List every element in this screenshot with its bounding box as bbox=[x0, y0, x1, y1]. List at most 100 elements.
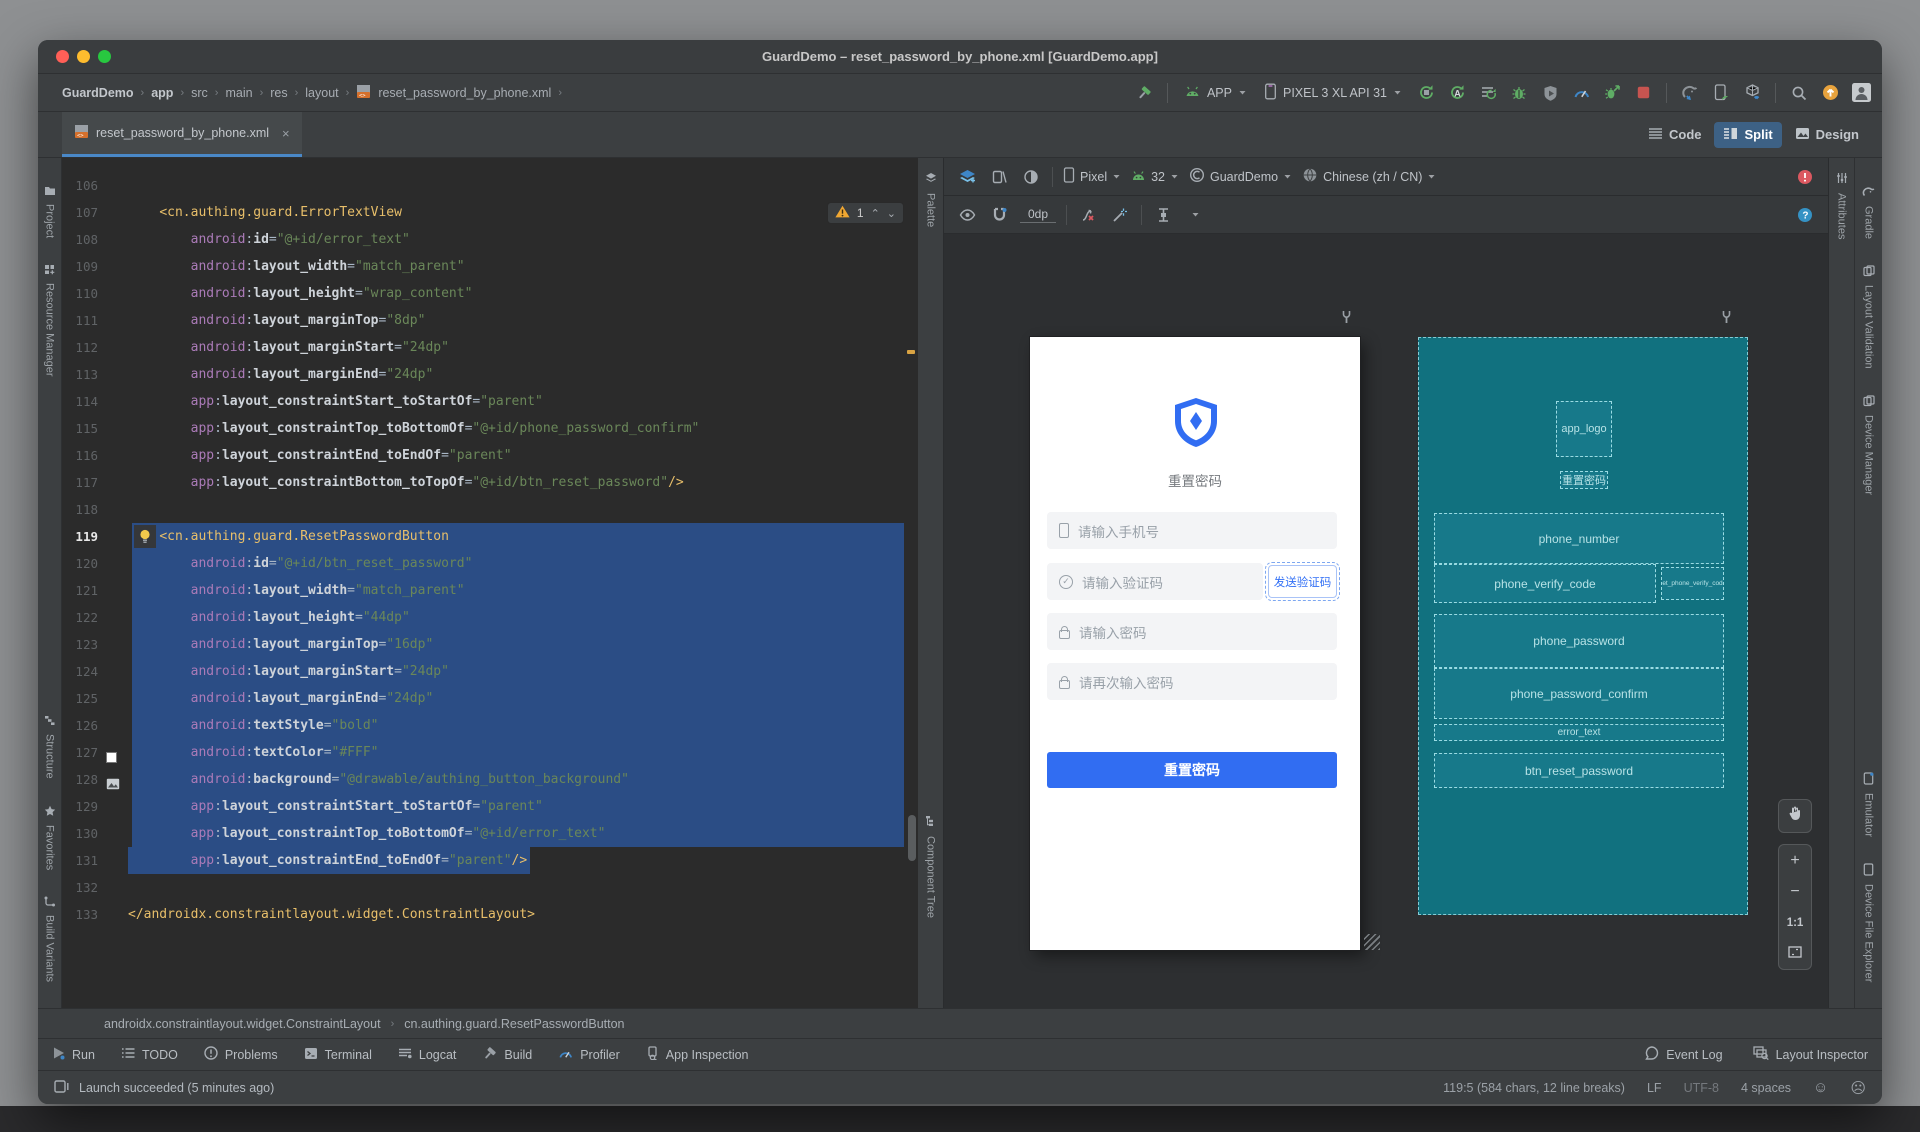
input-field-3[interactable]: 请输入密码 bbox=[1047, 613, 1337, 650]
sdk-manager-icon[interactable] bbox=[1741, 82, 1763, 104]
code-line[interactable]: 114 app:layout_constraintStart_toStartOf… bbox=[62, 388, 918, 415]
design-canvas[interactable]: 重置密码 请输入手机号 ✓ 请输入验证码 请输入密码 请再次输入密码 发送验证码 重置密… bbox=[944, 234, 1828, 1008]
blueprint-box-phone_verify_code[interactable]: phone_verify_code bbox=[1434, 564, 1656, 603]
zoom-100-button[interactable]: 1:1 bbox=[1779, 907, 1811, 938]
autoconnect-icon[interactable] bbox=[988, 204, 1010, 226]
sidebar-item-build-variants[interactable]: Build Variants bbox=[44, 896, 56, 982]
prev-issue-button[interactable]: ⌃ bbox=[871, 207, 880, 220]
breadcrumb-item[interactable]: GuardDemo bbox=[62, 86, 134, 100]
preview-resize-handle[interactable] bbox=[1364, 934, 1380, 950]
code-line[interactable]: 108 android:id="@+id/error_text" bbox=[62, 226, 918, 253]
code-line[interactable]: 128 android:background="@drawable/authin… bbox=[62, 766, 918, 793]
apply-code-icon[interactable] bbox=[1477, 82, 1499, 104]
blueprint-box-btn_reset_password[interactable]: btn_reset_password bbox=[1434, 753, 1724, 788]
code-line[interactable]: 122 android:layout_height="44dp" bbox=[62, 604, 918, 631]
code-line[interactable]: 119 <cn.authing.guard.ResetPasswordButto… bbox=[62, 523, 918, 550]
warning-mark[interactable] bbox=[907, 350, 915, 354]
blueprint-box-error_text[interactable]: error_text bbox=[1434, 724, 1724, 741]
code-line[interactable]: 130 app:layout_constraintTop_toBottomOf=… bbox=[62, 820, 918, 847]
code-line[interactable]: 117 app:layout_constraintBottom_toTopOf=… bbox=[62, 469, 918, 496]
toolwindow-todo[interactable]: TODO bbox=[121, 1047, 178, 1062]
breadcrumb-item[interactable]: main bbox=[225, 86, 252, 100]
breadcrumb-item[interactable]: res bbox=[270, 86, 287, 100]
color-swatch[interactable] bbox=[106, 746, 120, 763]
render-config-wrench-icon[interactable] bbox=[1720, 310, 1733, 329]
gradle-sync-icon[interactable] bbox=[1679, 82, 1701, 104]
design-preview-phone[interactable]: 重置密码 请输入手机号 ✓ 请输入验证码 请输入密码 请再次输入密码 发送验证码 重置密… bbox=[1030, 337, 1360, 950]
zoom-out-button[interactable]: − bbox=[1779, 876, 1811, 907]
drawable-preview-icon[interactable] bbox=[106, 773, 120, 790]
sidebar-item-project[interactable]: Project bbox=[44, 186, 56, 238]
code-line[interactable]: 111 android:layout_marginTop="8dp" bbox=[62, 307, 918, 334]
input-field-1[interactable]: 请输入手机号 bbox=[1047, 512, 1337, 549]
locale-menu[interactable]: Chinese (zh / CN) bbox=[1302, 167, 1436, 186]
sidebar-item-emulator[interactable]: Emulator bbox=[1863, 771, 1875, 837]
blueprint-box-phone_password[interactable]: phone_password bbox=[1434, 614, 1724, 668]
sidebar-item-device-manager[interactable]: Device Manager bbox=[1863, 395, 1875, 495]
code-line[interactable]: 132 bbox=[62, 874, 918, 901]
code-editor[interactable]: 106 107 <cn.authing.guard.ErrorTextView 10… bbox=[62, 158, 918, 1008]
avatar-icon[interactable] bbox=[1850, 82, 1872, 104]
code-line[interactable]: 112 android:layout_marginStart="24dp" bbox=[62, 334, 918, 361]
sidebar-item-favorites[interactable]: Favorites bbox=[44, 805, 56, 870]
file-encoding[interactable]: UTF-8 bbox=[1684, 1081, 1719, 1095]
mode-design-button[interactable]: Design bbox=[1786, 122, 1868, 148]
rerun-icon[interactable] bbox=[1415, 82, 1437, 104]
help-icon[interactable]: ? bbox=[1794, 204, 1816, 226]
code-line[interactable]: 109 android:layout_width="match_parent" bbox=[62, 253, 918, 280]
night-mode-icon[interactable] bbox=[1020, 166, 1042, 188]
sidebar-item-gradle[interactable]: Gradle bbox=[1862, 186, 1876, 239]
toolwindow-run[interactable]: Run bbox=[52, 1046, 95, 1063]
code-line[interactable]: 127 android:textColor="#FFF" bbox=[62, 739, 918, 766]
next-issue-button[interactable]: ⌄ bbox=[887, 207, 896, 220]
zoom-window-button[interactable] bbox=[98, 50, 111, 63]
code-line[interactable]: 107 <cn.authing.guard.ErrorTextView bbox=[62, 199, 918, 226]
theme-menu[interactable]: GuardDemo bbox=[1189, 167, 1292, 186]
code-line[interactable]: 115 app:layout_constraintTop_toBottomOf=… bbox=[62, 415, 918, 442]
chevron-down-icon[interactable] bbox=[1184, 204, 1206, 226]
toolwindow-event-log[interactable]: Event Log bbox=[1644, 1046, 1723, 1063]
code-line[interactable]: 133 </androidx.constraintlayout.widget.Co… bbox=[62, 901, 918, 928]
toolwindow-build[interactable]: Build bbox=[482, 1046, 532, 1064]
infer-constraints-icon[interactable] bbox=[1109, 204, 1131, 226]
toolwindow-problems[interactable]: Problems bbox=[204, 1046, 278, 1063]
code-line[interactable]: 120 android:id="@+id/btn_reset_password" bbox=[62, 550, 918, 577]
toolwindow-app-inspection[interactable]: App Inspection bbox=[646, 1046, 749, 1063]
clear-constraints-icon[interactable] bbox=[1077, 204, 1099, 226]
search-icon[interactable] bbox=[1788, 82, 1810, 104]
debug-icon[interactable] bbox=[1508, 82, 1530, 104]
blueprint-box-app_logo[interactable]: app_logo bbox=[1556, 401, 1612, 457]
reset-password-button[interactable]: 重置密码 bbox=[1047, 752, 1337, 788]
sad-feedback-icon[interactable]: ☹ bbox=[1850, 1079, 1866, 1097]
input-field-2[interactable]: ✓ 请输入验证码 bbox=[1047, 563, 1263, 600]
code-line[interactable]: 125 android:layout_marginEnd="24dp" bbox=[62, 685, 918, 712]
input-field-4[interactable]: 请再次输入密码 bbox=[1047, 663, 1337, 700]
breadcrumb-file[interactable]: reset_password_by_phone.xml bbox=[378, 86, 551, 100]
sidebar-item-device-file-explorer[interactable]: Device File Explorer bbox=[1863, 862, 1875, 982]
attach-debugger-icon[interactable] bbox=[1539, 82, 1561, 104]
toolwindow-profiler[interactable]: Profiler bbox=[558, 1047, 620, 1063]
blueprint-phone[interactable]: app_logo 重置密码 phone_number phone_verify_cod… bbox=[1418, 337, 1748, 915]
toolwindow-terminal[interactable]: Terminal bbox=[304, 1047, 372, 1063]
code-line[interactable]: 123 android:layout_marginTop="16dp" bbox=[62, 631, 918, 658]
code-line[interactable]: 126 android:textStyle="bold" bbox=[62, 712, 918, 739]
happy-feedback-icon[interactable]: ☺ bbox=[1813, 1079, 1828, 1096]
stop-icon[interactable] bbox=[1632, 82, 1654, 104]
line-ending[interactable]: LF bbox=[1647, 1081, 1662, 1095]
code-line[interactable]: 129 app:layout_constraintStart_toStartOf… bbox=[62, 793, 918, 820]
code-line[interactable]: 116 app:layout_constraintEnd_toEndOf="pa… bbox=[62, 442, 918, 469]
component-breadcrumb-item[interactable]: androidx.constraintlayout.widget.Constra… bbox=[104, 1017, 381, 1031]
toolwindow-logcat[interactable]: Logcat bbox=[398, 1047, 456, 1062]
component-tree-tab[interactable]: Component Tree bbox=[925, 815, 937, 918]
render-errors-icon[interactable] bbox=[1794, 166, 1816, 188]
zoom-in-button[interactable]: + bbox=[1779, 845, 1811, 876]
device-menu[interactable]: Pixel bbox=[1063, 167, 1121, 186]
mode-split-button[interactable]: Split bbox=[1714, 121, 1782, 148]
indent-setting[interactable]: 4 spaces bbox=[1741, 1081, 1791, 1095]
code-line[interactable]: 118 bbox=[62, 496, 918, 523]
blueprint-box-重置密码[interactable]: 重置密码 bbox=[1560, 471, 1608, 489]
apply-changes-icon[interactable]: A bbox=[1446, 82, 1468, 104]
minimize-window-button[interactable] bbox=[77, 50, 90, 63]
device-select[interactable]: PIXEL 3 XL API 31 bbox=[1260, 83, 1406, 103]
code-line[interactable]: 121 android:layout_width="match_parent" bbox=[62, 577, 918, 604]
